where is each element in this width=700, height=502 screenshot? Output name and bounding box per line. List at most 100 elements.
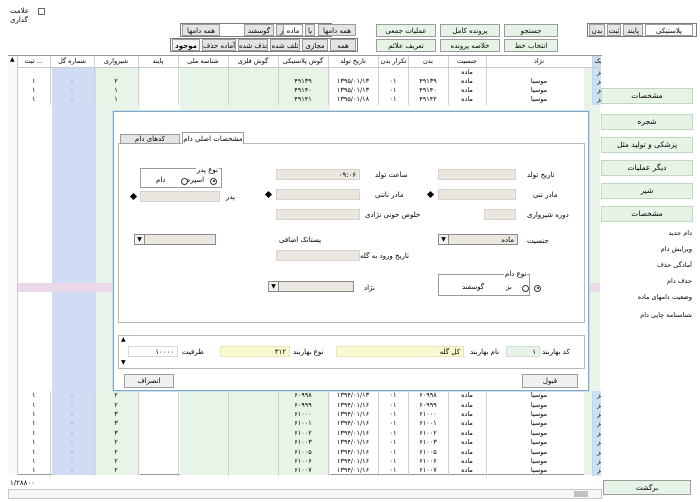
- gender-select[interactable]: ▼ ماده: [438, 234, 518, 245]
- sidebar-link-printed-id[interactable]: شناسنامه چاپی دام: [606, 310, 692, 320]
- birth-mother-field[interactable]: [438, 189, 516, 200]
- col-header-breed[interactable]: نژاد: [486, 56, 593, 68]
- bulk-ops-button[interactable]: عملیات جمعی: [376, 24, 436, 37]
- grazer-code-field[interactable]: ۱: [506, 346, 540, 357]
- table-cell: [178, 85, 229, 96]
- filter-virtual-button[interactable]: مجازی: [302, 39, 328, 51]
- cancel-button[interactable]: انصراف: [124, 374, 174, 388]
- sidebar-link-ready-remove[interactable]: آمادگی حذف: [606, 260, 692, 270]
- table-row[interactable]: ماده بز: [18, 67, 609, 77]
- file-summary-button[interactable]: خلاصه پرونده: [440, 39, 500, 52]
- table-cell: ۴۹۱۴۰: [408, 85, 449, 96]
- grazer-name-label: نام بهاربند: [470, 348, 500, 356]
- col-header-register[interactable]: ثبت ...: [18, 56, 51, 68]
- filter-existing-button[interactable]: موجود: [172, 39, 200, 51]
- col-header-body[interactable]: بدن: [408, 56, 449, 68]
- sidebar-link-female-status[interactable]: وضعیت دامهای ماده: [606, 292, 692, 302]
- tab-body[interactable]: بدن: [589, 24, 605, 36]
- table-row[interactable]: ۱ ۰ ۲ ۶۱۰۰۵ ۱۳۹۴/۰۱/۱۶ ۰۱ ۶۱۰۰۵ ماده موسیا بز: [18, 447, 609, 457]
- capacity-field[interactable]: ۱۰۰۰۰: [128, 346, 178, 357]
- birth-time-field[interactable]: ۰۹:۰۶: [276, 169, 360, 180]
- search-button[interactable]: جستجو: [504, 24, 558, 37]
- sidebar-section-pedigree[interactable]: شجره: [601, 114, 693, 130]
- table-row[interactable]: ۱ ۰ ۲ ۶۰۹۹۹ ۱۳۹۴/۰۱/۱۶ ۰۱ ۶۰۹۹۹ ماده موسیا بز: [18, 400, 609, 410]
- grazer-type-field[interactable]: ۳۱۲: [220, 346, 290, 357]
- sidebar-section-other-ops[interactable]: دیگر عملیات: [601, 160, 693, 176]
- birth-date-field[interactable]: [438, 169, 516, 180]
- table-row[interactable]: ۱ ۰ ۳ ۶۱۰۰۲ ۱۳۹۴/۰۱/۱۶ ۰۱ ۶۱۰۰۲ ماده موسیا بز: [18, 428, 609, 438]
- sidebar-link-edit-livestock[interactable]: ویرایش دام: [606, 244, 692, 254]
- col-header-body-repeat[interactable]: تکرار بدن: [378, 56, 409, 68]
- chevron-down-icon[interactable]: ▼: [135, 235, 145, 244]
- father-livestock-radio[interactable]: [181, 177, 189, 185]
- filter-all-livestock-button[interactable]: همه دامها: [182, 24, 220, 36]
- col-header-milking[interactable]: شیرواری: [94, 56, 139, 68]
- filter-removed-button[interactable]: حذف شده: [238, 39, 268, 51]
- table-row[interactable]: ۱ ۰ ۱ ۴۹۱۴۱ ۱۳۹۵/۰۱/۱۸ ۰۱ ۴۹۱۴۲ ماده موسیا بز: [18, 95, 609, 105]
- sidebar-section-milk[interactable]: شیر: [601, 183, 693, 199]
- table-row[interactable]: ۱ ۰ ۲ ۶۱۰۰۷ ۱۳۹۴/۰۱/۱۶ ۰۱ ۶۱۰۰۷ ماده موسیا بز: [18, 466, 609, 476]
- tab-pivot[interactable]: پایند: [623, 24, 643, 36]
- grid-horizontal-scrollbar[interactable]: [8, 489, 602, 499]
- sidebar-link-new-livestock[interactable]: دام جدید: [606, 228, 692, 238]
- herd-entry-field[interactable]: [276, 250, 360, 261]
- col-header-birth-date[interactable]: تاریخ تولد: [328, 56, 379, 68]
- sidebar-section-details[interactable]: مشخصات: [601, 88, 693, 104]
- table-row[interactable]: ۱ ۰ ۲ ۶۱۰۰۶ ۱۳۹۴/۰۱/۱۶ ۰۱ ۶۱۰۰۶ ماده موسیا بز: [18, 456, 609, 467]
- extra-herd-label: پستانک اضافی: [279, 236, 322, 244]
- sidebar-section-details-2[interactable]: مشخصات: [601, 206, 693, 222]
- grazer-name-field[interactable]: کل گله: [336, 346, 464, 357]
- filter-all-button[interactable]: همه: [330, 39, 356, 51]
- table-cell: ۰۱: [378, 391, 409, 401]
- scroll-down-icon[interactable]: ▼: [121, 359, 126, 366]
- tab-main-details[interactable]: مشخصات اصلی دام: [182, 132, 244, 144]
- filter-female-button[interactable]: ماده: [283, 24, 303, 36]
- define-marks-button[interactable]: تعریف علائم: [376, 39, 436, 52]
- grid-left-scrollbar[interactable]: [8, 56, 18, 475]
- col-header-national-id[interactable]: شناسه ملی: [178, 56, 229, 68]
- col-header-tag-number[interactable]: شماره گل: [50, 56, 95, 68]
- filter-sheep-button[interactable]: گوسفند: [244, 24, 274, 36]
- table-cell: ۱: [18, 447, 51, 457]
- chevron-down-icon[interactable]: ▼: [269, 282, 279, 291]
- sidebar-section-medical[interactable]: پزشکی و تولید مثل: [601, 137, 693, 153]
- col-header-metal-ear[interactable]: گوش فلزی: [228, 56, 279, 68]
- sidebar-link-remove-livestock[interactable]: حذف دام: [606, 276, 692, 286]
- full-file-button[interactable]: پرونده کامل: [440, 24, 500, 37]
- filter-lost-button[interactable]: تلف شده: [270, 39, 300, 51]
- scroll-up-icon[interactable]: ▲: [121, 336, 126, 343]
- col-header-gender[interactable]: جنسیت: [448, 56, 487, 68]
- select-line-button[interactable]: انتخاب خط: [504, 39, 558, 52]
- filter-or-button[interactable]: یا: [305, 24, 315, 36]
- marking-checkbox[interactable]: [38, 8, 45, 15]
- type-sheep-radio[interactable]: [521, 284, 529, 292]
- table-row[interactable]: ۱ ۰ ۳ ۶۱۰۰۱ ۱۳۹۴/۰۱/۱۶ ۰۱ ۶۱۰۰۱ ماده موسیا بز: [18, 419, 609, 429]
- tab-livestock-codes[interactable]: کدهای دام: [120, 134, 180, 144]
- table-row[interactable]: ۱ ۰ ۱ ۴۹۱۴۰ ۱۳۹۵/۰۱/۱۳ ۰۱ ۴۹۱۴۰ ماده موسیا بز: [18, 85, 609, 96]
- col-header-plastic-ear[interactable]: گوش پلاستیکی: [278, 56, 329, 68]
- father-field[interactable]: [140, 191, 220, 202]
- table-row[interactable]: ۱ ۰ ۳ ۶۱۰۰۰ ۱۳۹۴/۰۱/۱۶ ۰۱ ۶۱۰۰۰ ماده موسیا بز: [18, 409, 609, 420]
- chevron-down-icon[interactable]: ▼: [439, 235, 449, 244]
- accept-button[interactable]: قبول: [522, 374, 578, 388]
- tab-plastic[interactable]: پلاستیکی: [645, 24, 693, 36]
- table-cell: ۶۱۰۰۵: [408, 447, 449, 457]
- milking-period-field[interactable]: [484, 209, 516, 220]
- scroll-thumb[interactable]: [574, 491, 588, 497]
- breed-select[interactable]: ▼: [268, 281, 354, 292]
- father-sperm-radio[interactable]: [210, 177, 217, 185]
- filter-ready-remove-button[interactable]: آماده حذف: [202, 39, 236, 51]
- table-row[interactable]: ۱ ۰ ۲ ۶۱۰۰۳ ۱۳۹۴/۰۱/۱۶ ۰۱ ۶۱۰۰۳ ماده موسیا بز: [18, 437, 609, 448]
- filter-all-livestock-2-button[interactable]: همه دامها: [318, 24, 356, 36]
- tab-register[interactable]: ثبت: [607, 24, 621, 36]
- table-cell: [178, 400, 229, 410]
- record-count: ۱/۲۸۸۰۰: [10, 479, 35, 487]
- chevron-up-icon[interactable]: ▲: [10, 56, 15, 63]
- table-row[interactable]: ۱ ۰ ۲ ۴۹۱۳۹ ۱۳۹۵/۰۱/۱۳ ۰۱ ۴۹۱۳۹ ماده موسیا بز: [18, 76, 609, 86]
- col-header-pivot[interactable]: پایند: [138, 56, 179, 68]
- table-row[interactable]: ۱ ۰ ۲ ۶۰۹۹۸ ۱۳۹۴/۰۱/۱۳ ۰۱ ۶۰۹۹۸ ماده موسیا بز: [18, 391, 609, 401]
- blood-purity-field[interactable]: [276, 209, 360, 220]
- extra-herd-select[interactable]: ▼: [134, 234, 216, 245]
- back-button[interactable]: برگشت: [603, 480, 691, 495]
- foster-mother-field[interactable]: [276, 189, 360, 200]
